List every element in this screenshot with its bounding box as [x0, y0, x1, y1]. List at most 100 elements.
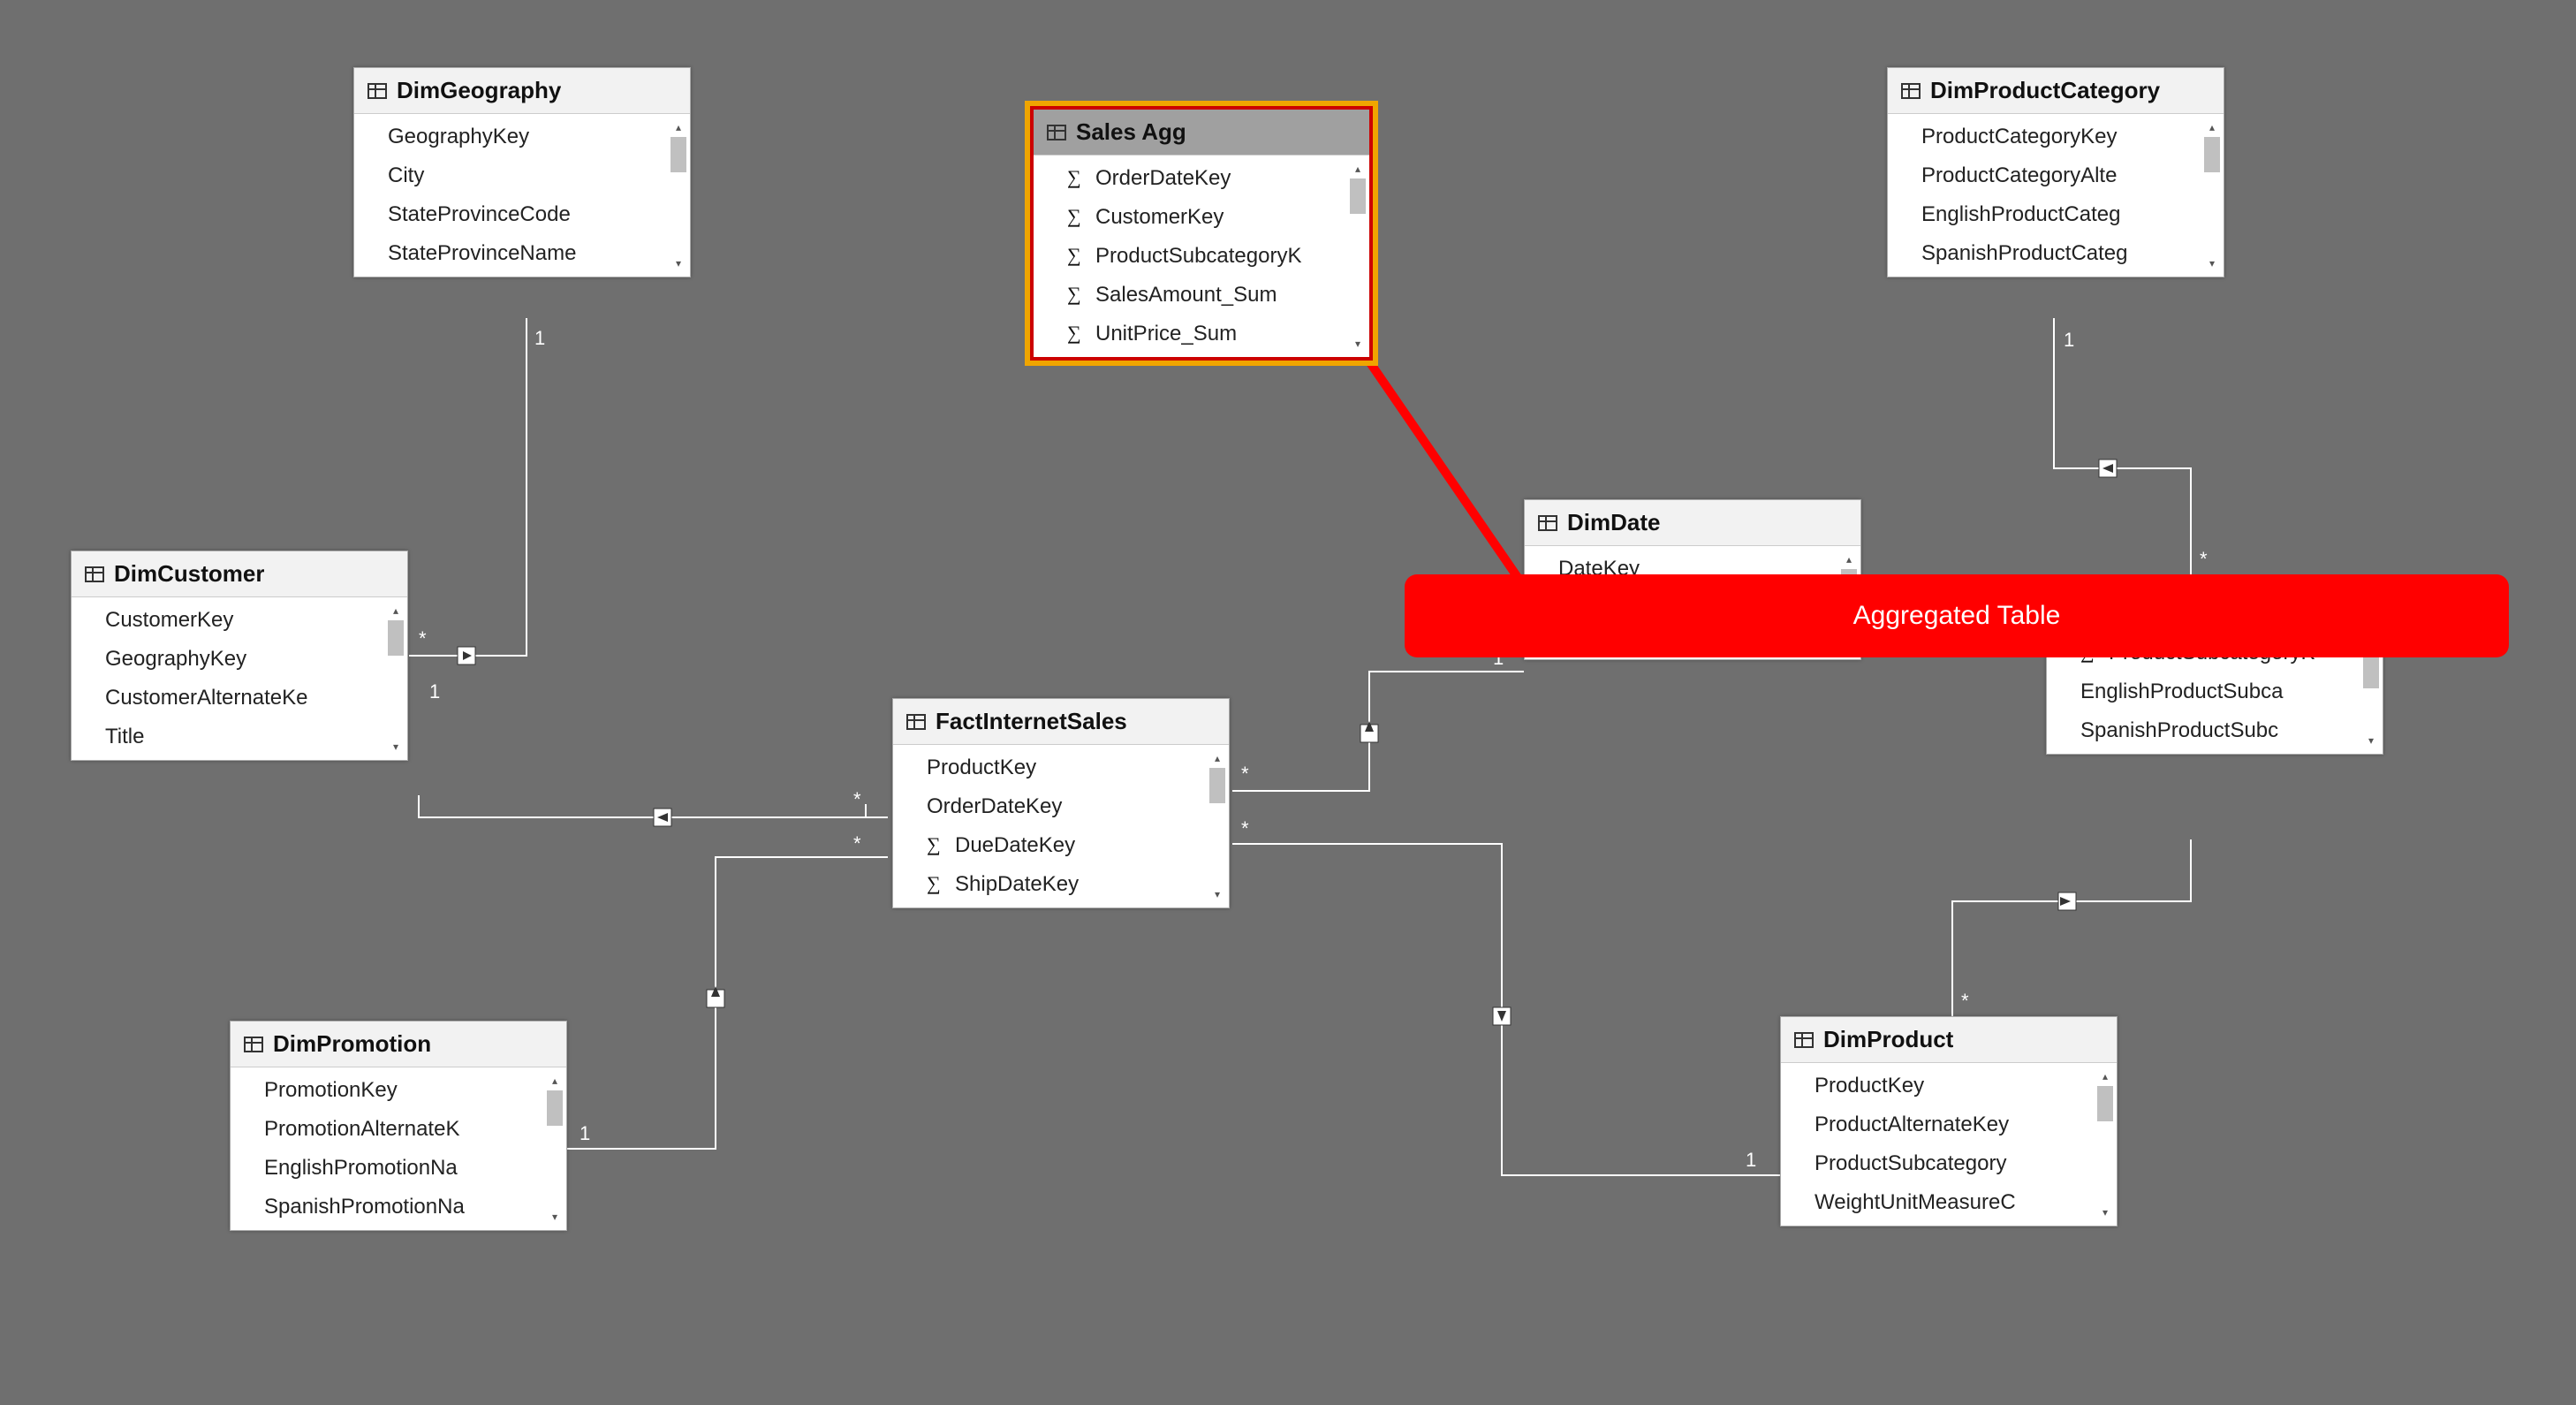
scrollbar[interactable]: ▴ ▾	[388, 603, 404, 755]
scroll-thumb[interactable]	[2097, 1086, 2113, 1121]
field-row[interactable]: PromotionAlternateK	[231, 1110, 566, 1149]
field-row[interactable]: PromotionKey	[231, 1071, 566, 1110]
field-row[interactable]: ∑CustomerKey	[1034, 198, 1369, 237]
scrollbar[interactable]: ▴ ▾	[2204, 119, 2220, 271]
svg-text:1: 1	[429, 680, 440, 702]
field-row[interactable]: ProductKey	[1781, 1067, 2117, 1105]
scroll-down-icon[interactable]: ▾	[2204, 255, 2220, 271]
field-row[interactable]: ∑UnitPrice_Sum	[1034, 315, 1369, 353]
field-row[interactable]: StateProvinceCode	[354, 195, 690, 234]
field-list[interactable]: ProductKey OrderDateKey ∑DueDateKey ∑Shi…	[893, 745, 1229, 908]
table-header[interactable]: DimGeography	[354, 68, 690, 114]
field-row[interactable]: GeographyKey	[354, 118, 690, 156]
scroll-down-icon[interactable]: ▾	[388, 739, 404, 755]
scroll-up-icon[interactable]: ▴	[2204, 119, 2220, 135]
scrollbar[interactable]: ▴ ▾	[1350, 161, 1366, 352]
field-row[interactable]: CustomerAlternateKe	[72, 679, 407, 718]
scroll-up-icon[interactable]: ▴	[1841, 551, 1857, 567]
field-row[interactable]: EnglishProductSubca	[2047, 672, 2383, 711]
field-row[interactable]: EnglishProductCateg	[1888, 195, 2224, 234]
table-title: DimProductCategory	[1930, 77, 2160, 104]
field-list[interactable]: ProductKey ProductAlternateKey ProductSu…	[1781, 1063, 2117, 1226]
field-row[interactable]: SpanishPromotionNa	[231, 1188, 566, 1227]
table-factinternetsales[interactable]: FactInternetSales ProductKey OrderDateKe…	[892, 698, 1230, 908]
table-header[interactable]: DimCustomer	[72, 551, 407, 597]
svg-text:*: *	[1241, 817, 1249, 839]
field-row[interactable]: ProductAlternateKey	[1781, 1105, 2117, 1144]
table-dimcustomer[interactable]: DimCustomer CustomerKey GeographyKey Cus…	[71, 551, 408, 761]
scroll-thumb[interactable]	[2204, 137, 2220, 172]
svg-text:1: 1	[534, 327, 545, 349]
scrollbar[interactable]: ▴ ▾	[547, 1073, 563, 1225]
scrollbar[interactable]: ▴ ▾	[671, 119, 686, 271]
field-row[interactable]: ProductCategoryKey	[1888, 118, 2224, 156]
table-header[interactable]: Sales Agg	[1034, 110, 1369, 156]
scroll-thumb[interactable]	[547, 1090, 563, 1126]
table-salesagg[interactable]: Sales Agg ∑OrderDateKey ∑CustomerKey ∑Pr…	[1030, 106, 1373, 361]
scroll-up-icon[interactable]: ▴	[2097, 1068, 2113, 1084]
field-row[interactable]: WeightUnitMeasureC	[1781, 1183, 2117, 1222]
scrollbar[interactable]: ▴ ▾	[1209, 750, 1225, 902]
field-list[interactable]: CustomerKey GeographyKey CustomerAlterna…	[72, 597, 407, 760]
table-title: DimProduct	[1823, 1026, 1953, 1053]
scroll-thumb[interactable]	[1350, 178, 1366, 214]
field-list[interactable]: GeographyKey City StateProvinceCode Stat…	[354, 114, 690, 277]
field-list[interactable]: PromotionKey PromotionAlternateK English…	[231, 1067, 566, 1230]
field-row[interactable]: SpanishProductSubc	[2047, 711, 2383, 750]
sigma-icon: ∑	[927, 872, 941, 895]
field-list[interactable]: ∑OrderDateKey ∑CustomerKey ∑ProductSubca…	[1034, 156, 1369, 357]
scroll-up-icon[interactable]: ▴	[1350, 161, 1366, 177]
table-icon	[367, 80, 388, 102]
field-row[interactable]: ProductSubcategory	[1781, 1144, 2117, 1183]
field-row[interactable]: ∑ProductSubcategoryK	[1034, 237, 1369, 276]
scroll-down-icon[interactable]: ▾	[547, 1209, 563, 1225]
table-dimgeography[interactable]: DimGeography GeographyKey City StateProv…	[353, 67, 691, 277]
scroll-down-icon[interactable]: ▾	[2363, 733, 2379, 748]
scroll-up-icon[interactable]: ▴	[547, 1073, 563, 1089]
table-dimpromotion[interactable]: DimPromotion PromotionKey PromotionAlter…	[230, 1021, 567, 1231]
field-list[interactable]: ProductCategoryKey ProductCategoryAlte E…	[1888, 114, 2224, 277]
field-row[interactable]: ProductKey	[893, 748, 1229, 787]
table-dimproduct[interactable]: DimProduct ProductKey ProductAlternateKe…	[1780, 1016, 2118, 1227]
table-header[interactable]: DimDate	[1525, 500, 1860, 546]
field-row[interactable]: ∑SalesAmount_Sum	[1034, 276, 1369, 315]
scroll-down-icon[interactable]: ▾	[671, 255, 686, 271]
field-row[interactable]: ∑DueDateKey	[893, 826, 1229, 865]
field-row[interactable]: EnglishPromotionNa	[231, 1149, 566, 1188]
svg-text:*: *	[419, 627, 427, 649]
field-row[interactable]: City	[354, 156, 690, 195]
table-dimproductcategory[interactable]: DimProductCategory ProductCategoryKey Pr…	[1887, 67, 2224, 277]
scroll-up-icon[interactable]: ▴	[388, 603, 404, 619]
table-header[interactable]: DimProductCategory	[1888, 68, 2224, 114]
field-row[interactable]: GeographyKey	[72, 640, 407, 679]
scroll-down-icon[interactable]: ▾	[1209, 886, 1225, 902]
sigma-icon: ∑	[1067, 322, 1081, 345]
table-header[interactable]: DimProduct	[1781, 1017, 2117, 1063]
callout-aggregated-table: Aggregated Table	[1405, 574, 2509, 657]
field-row[interactable]: ProductCategoryAlte	[1888, 156, 2224, 195]
table-title: DimGeography	[397, 77, 561, 104]
table-title: DimPromotion	[273, 1030, 431, 1058]
field-row[interactable]: StateProvinceName	[354, 234, 690, 273]
model-diagram-canvas[interactable]: 1 * 1 * 1 * * 1	[0, 0, 2576, 1405]
scroll-thumb[interactable]	[671, 137, 686, 172]
scroll-down-icon[interactable]: ▾	[1350, 336, 1366, 352]
table-icon	[905, 711, 927, 733]
scroll-up-icon[interactable]: ▴	[1209, 750, 1225, 766]
svg-text:1: 1	[580, 1122, 590, 1144]
scrollbar[interactable]: ▴ ▾	[2097, 1068, 2113, 1220]
field-row[interactable]: CustomerKey	[72, 601, 407, 640]
scroll-down-icon[interactable]: ▾	[2097, 1204, 2113, 1220]
scroll-thumb[interactable]	[2363, 653, 2379, 688]
scroll-thumb[interactable]	[1209, 768, 1225, 803]
field-row[interactable]: SpanishProductCateg	[1888, 234, 2224, 273]
table-header[interactable]: FactInternetSales	[893, 699, 1229, 745]
field-row[interactable]: ∑OrderDateKey	[1034, 159, 1369, 198]
field-row[interactable]: ∑ShipDateKey	[893, 865, 1229, 904]
field-row[interactable]: OrderDateKey	[893, 787, 1229, 826]
field-row[interactable]: Title	[72, 718, 407, 756]
table-title: Sales Agg	[1076, 118, 1186, 146]
table-header[interactable]: DimPromotion	[231, 1021, 566, 1067]
scroll-thumb[interactable]	[388, 620, 404, 656]
scroll-up-icon[interactable]: ▴	[671, 119, 686, 135]
